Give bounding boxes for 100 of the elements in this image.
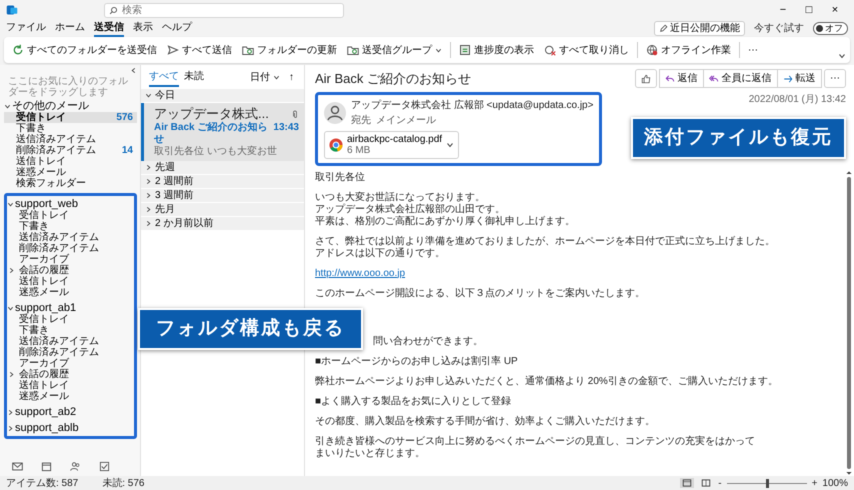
coming-soon-button[interactable]: 近日公開の機能 xyxy=(654,21,745,36)
account-header[interactable]: support_web xyxy=(7,198,134,210)
ribbon-button[interactable]: すべてのフォルダーを送受信 xyxy=(8,40,161,60)
scroll-up-icon xyxy=(846,170,852,174)
folder-item[interactable]: 送信トレイ xyxy=(7,276,134,287)
like-button[interactable] xyxy=(635,69,657,88)
app-icon xyxy=(6,4,18,16)
more-button[interactable]: ⋯ xyxy=(824,69,846,88)
zoom-in-button[interactable]: + xyxy=(812,476,818,490)
folder-item[interactable]: 送信済みアイテム xyxy=(4,134,137,145)
body-text: 引き続き皆様へのサービス向上に努めるべくホームページの見直し、コンテンツの充実をはかって xyxy=(315,436,756,448)
folder-item[interactable]: アーカイブ xyxy=(7,358,134,369)
sender-line: アップデータ株式会社 広報部 <updata@updata.co.jp> xyxy=(351,98,594,112)
folder-item[interactable]: 送信トレイ xyxy=(4,156,137,167)
chevron-right-icon xyxy=(7,408,14,416)
scrollbar[interactable] xyxy=(844,170,854,476)
group-header[interactable]: 先月 xyxy=(141,203,304,217)
chevron-down-icon xyxy=(7,200,14,208)
menu-tab[interactable]: ホーム xyxy=(55,20,85,36)
callout-label: フォルダ構成も戻る xyxy=(138,308,363,350)
body-text: その都度、購入製品を検索する手間が省け、効率よくご購入いただけます。 xyxy=(315,416,656,428)
reply-button[interactable]: 返信 xyxy=(658,69,704,88)
close-button[interactable]: × xyxy=(822,1,848,19)
account-header[interactable]: support_ab1 xyxy=(7,302,134,314)
view-button[interactable] xyxy=(680,478,694,488)
avatar-icon xyxy=(324,102,346,124)
folder-item[interactable]: 検索フォルダー xyxy=(4,178,137,189)
thumbs-up-icon xyxy=(641,74,651,84)
cancel-icon xyxy=(544,44,556,56)
body-text: ■よく購入する製品をお気に入りとして登録 xyxy=(315,396,512,408)
account-header[interactable]: support_ablb xyxy=(7,422,134,434)
account-header[interactable]: その他のメール xyxy=(4,100,137,112)
folder-item[interactable]: 下書き xyxy=(7,325,134,336)
folder-item[interactable]: 迷惑メール xyxy=(4,167,137,178)
zoom-out-button[interactable]: - xyxy=(718,476,722,490)
folder-item[interactable]: 迷惑メール xyxy=(7,391,134,402)
folder-icon xyxy=(242,44,254,56)
sort-button[interactable]: 日付 xyxy=(250,70,280,85)
folder-item[interactable]: 会話の履歴 xyxy=(7,265,134,276)
round-logo-icon xyxy=(329,138,343,152)
folder-item[interactable]: 削除済みアイテム xyxy=(7,347,134,358)
maximize-button[interactable]: □ xyxy=(796,1,822,19)
folder-item[interactable]: 下書き xyxy=(7,221,134,232)
group-header[interactable]: 2 週間前 xyxy=(141,175,304,189)
reply-icon xyxy=(664,74,674,84)
filter-tab[interactable]: 未読 xyxy=(184,68,204,86)
reply-all-button[interactable]: 全員に返信 xyxy=(702,69,778,88)
unread-count: 576 xyxy=(116,112,133,123)
group-header[interactable]: 2 か月前以前 xyxy=(141,217,304,231)
slider-thumb[interactable] xyxy=(766,478,769,488)
ribbon-button[interactable]: オフライン作業 xyxy=(642,40,735,60)
folder-item[interactable]: 送信済みアイテム xyxy=(7,336,134,347)
folder-item[interactable]: 受信トレイ 576 xyxy=(4,112,137,123)
ribbon-button[interactable]: 送受信グループ xyxy=(343,40,446,60)
folder-item[interactable]: 受信トレイ xyxy=(7,210,134,221)
menu-tab[interactable]: 表示 xyxy=(133,20,153,36)
group-header[interactable]: 先週 xyxy=(141,161,304,175)
attachment-name: airbackpc-catalog.pdf xyxy=(347,134,442,144)
ribbon-button[interactable]: 進捗度の表示 xyxy=(455,40,538,60)
attachment-card[interactable]: airbackpc-catalog.pdf 6 MB xyxy=(324,130,460,158)
minimize-button[interactable]: − xyxy=(770,1,796,19)
folder-item[interactable]: 下書き xyxy=(4,123,137,134)
body-text: 取引先各位 xyxy=(315,172,366,184)
menu-tab[interactable]: ヘルプ xyxy=(162,20,192,36)
search-icon xyxy=(109,6,118,14)
body-text: 弊社ホームページよりお申し込みいただくと、通常価格より 20%引きの金額で、ご購入いただけます。 xyxy=(315,376,779,388)
chevron-down-icon xyxy=(273,74,280,81)
forward-button[interactable]: 転送 xyxy=(776,69,822,88)
folder-item[interactable]: 受信トレイ xyxy=(7,314,134,325)
message-subject: Air Back ご紹介のお知らせ xyxy=(154,122,268,146)
folder-item[interactable]: 削除済みアイテム 14 xyxy=(4,145,137,156)
sender-name: アップデータ株式... xyxy=(154,106,269,122)
window-icon xyxy=(459,44,471,56)
account-header[interactable]: support_ab2 xyxy=(7,406,134,418)
normal-view-icon xyxy=(682,478,692,488)
ribbon-button[interactable]: すべて取り消し xyxy=(540,40,633,60)
group-header[interactable]: 今日 xyxy=(141,89,304,103)
reading-view-icon xyxy=(701,478,712,488)
filter-tab[interactable]: すべて xyxy=(149,68,179,86)
search-field[interactable]: 検索 xyxy=(104,2,344,18)
ribbon-button[interactable]: フォルダーの更新 xyxy=(238,40,341,60)
toggle-switch[interactable]: オフ xyxy=(813,22,848,35)
more-button[interactable]: ⋯ xyxy=(744,40,762,60)
calendar-icon xyxy=(41,461,52,472)
body-text: ■ホームページからのお申し込みは割引率 UP xyxy=(315,356,519,368)
folder-item[interactable]: 迷惑メール xyxy=(7,287,134,298)
unread-count: 14 xyxy=(122,145,133,156)
message-item[interactable]: アップデータ株式... Air Back ご紹介のお知らせ 13:43 取引先各位 いつも大変お世 xyxy=(141,103,304,161)
folder-item[interactable]: 会話の履歴 xyxy=(7,369,134,380)
link[interactable]: http://www.ooo.oo.jp xyxy=(315,268,406,278)
group-header[interactable]: 3 週間前 xyxy=(141,189,304,203)
menu-tab[interactable]: ファイル xyxy=(6,20,46,36)
to-label: 宛先 xyxy=(351,114,371,128)
folder-item[interactable]: アーカイブ xyxy=(7,254,134,265)
folder-item[interactable]: 送信トレイ xyxy=(7,380,134,391)
folder-item[interactable]: 送信済みアイテム xyxy=(7,232,134,243)
folder-item[interactable]: 削除済みアイテム xyxy=(7,243,134,254)
ribbon-button[interactable]: すべて送信 xyxy=(163,40,236,60)
message-time: 13:43 xyxy=(273,122,299,135)
sort-direction-button[interactable]: ↑ xyxy=(285,68,298,87)
